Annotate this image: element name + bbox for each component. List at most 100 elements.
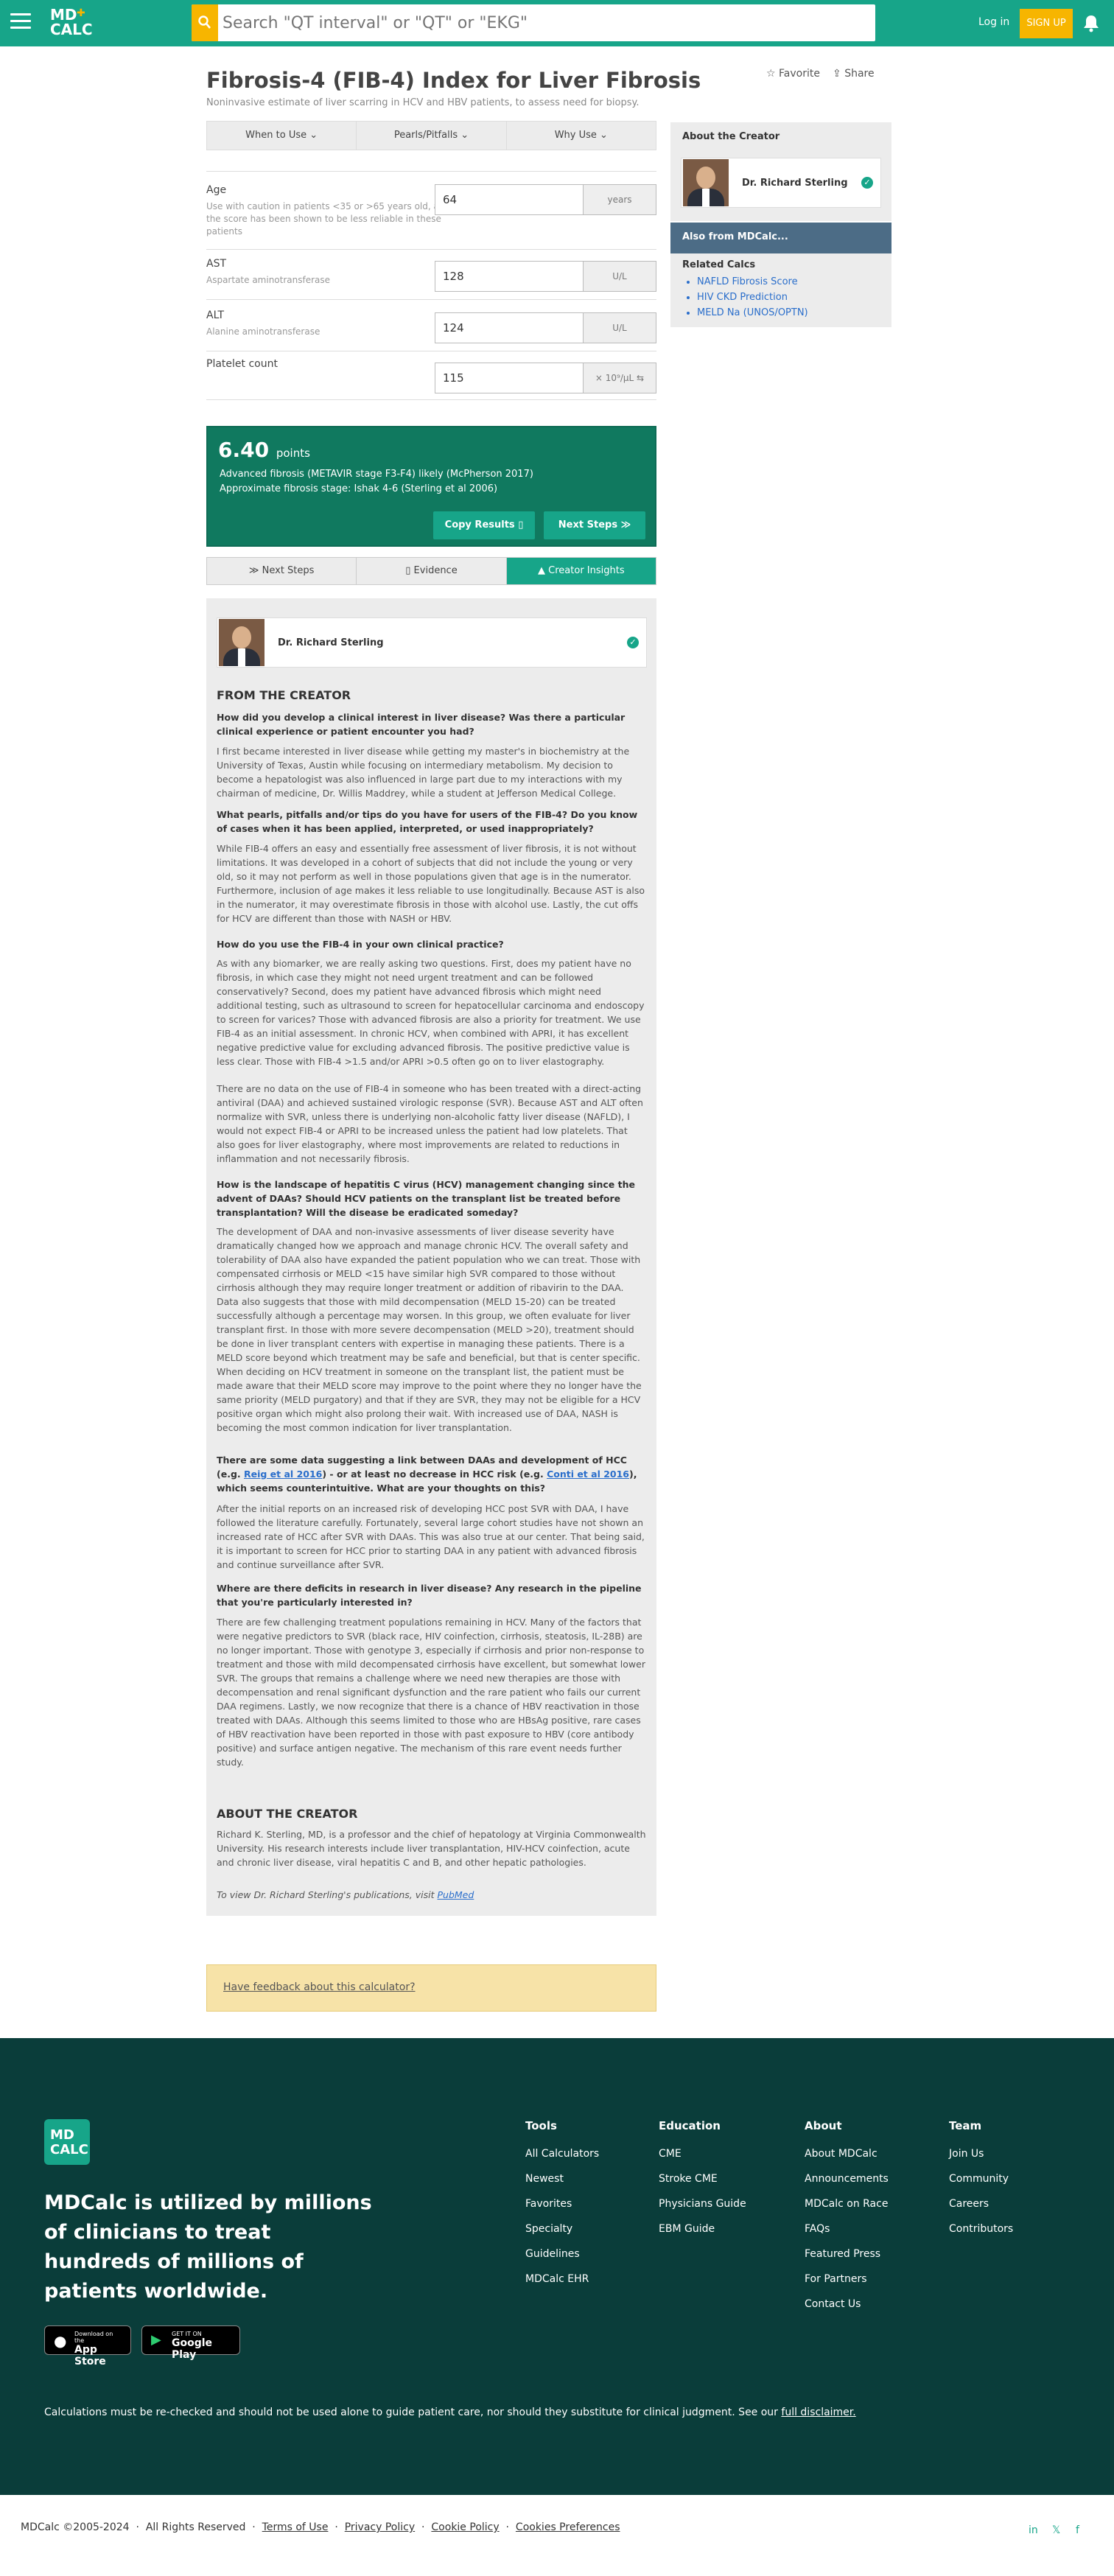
terms-link[interactable]: Terms of Use	[262, 2521, 329, 2533]
related-calc-link[interactable]: MELD Na (UNOS/OPTN)	[697, 305, 808, 321]
footer-link[interactable]: About MDCalc	[805, 2141, 889, 2166]
footer-disclaimer: Calculations must be re-checked and shou…	[44, 2407, 856, 2418]
reig-2016-link[interactable]: Reig et al 2016	[244, 1469, 322, 1480]
footer-link[interactable]: MDCalc on Race	[805, 2191, 889, 2216]
tab-when-to-use[interactable]: When to Use ⌄	[207, 122, 357, 150]
question: What pearls, pitfalls and/or tips do you…	[217, 809, 638, 834]
share-button[interactable]: ⇪ Share	[833, 68, 875, 80]
search-bar[interactable]	[192, 4, 875, 41]
tab-creator-insights[interactable]: ▲ Creator Insights	[506, 558, 656, 584]
footer-col-team: Team Join Us Community Careers Contribut…	[949, 2113, 1013, 2241]
footer-link[interactable]: MDCalc EHR	[525, 2267, 599, 2292]
full-disclaimer-link[interactable]: full disclaimer.	[781, 2407, 855, 2418]
divider	[206, 171, 656, 172]
footer-link[interactable]: Careers	[949, 2191, 1013, 2216]
creator-card[interactable]: Dr. Richard Sterling ✓	[681, 158, 881, 208]
hamburger-menu-icon[interactable]	[10, 13, 31, 31]
divider	[206, 399, 656, 400]
result-score: 6.40 points	[218, 438, 310, 462]
divider	[206, 299, 656, 300]
alt-label: ALT	[206, 309, 225, 321]
creator-name: Dr. Richard Sterling	[742, 178, 848, 189]
answer: As with any biomarker, we are really ask…	[217, 958, 645, 1067]
next-steps-button[interactable]: Next Steps ≫	[544, 511, 645, 539]
footer-logo[interactable]: MD CALC	[44, 2119, 90, 2165]
footer-link[interactable]: Community	[949, 2166, 1013, 2191]
copy-results-button[interactable]: Copy Results ▯	[433, 511, 535, 539]
alt-input[interactable]: 124	[435, 312, 584, 343]
about-creator-box: About the Creator Dr. Richard Sterling ✓	[670, 122, 891, 221]
content-tabs: ≫ Next Steps ▯ Evidence ▲ Creator Insigh…	[206, 557, 656, 585]
signup-button[interactable]: SIGN UP	[1020, 9, 1073, 38]
app-store-button[interactable]: ● Download on the App Store	[44, 2325, 131, 2367]
favorite-button[interactable]: ☆ Favorite	[766, 68, 820, 80]
footer-link[interactable]: Join Us	[949, 2141, 1013, 2166]
footer-link[interactable]: Guidelines	[525, 2241, 599, 2267]
x-twitter-icon[interactable]: 𝕏	[1052, 2524, 1060, 2536]
google-play-button[interactable]: ▶ GET IT ON Google Play	[141, 2325, 240, 2361]
footer-link[interactable]: Physicians Guide	[659, 2191, 746, 2216]
footer-link[interactable]: Newest	[525, 2166, 599, 2191]
result-stage: Approximate fibrosis stage: Ishak 4-6 (S…	[220, 483, 498, 494]
platelet-unit-toggle[interactable]: × 10⁹/µL ⇆	[584, 363, 656, 393]
creator-card[interactable]: Dr. Richard Sterling ✓	[217, 617, 647, 668]
avatar	[683, 159, 729, 206]
footer-link[interactable]: EBM Guide	[659, 2216, 746, 2241]
related-calcs-heading: Related Calcs	[682, 259, 756, 270]
tab-next-steps[interactable]: ≫ Next Steps	[207, 558, 357, 584]
cookie-preferences-link[interactable]: Cookies Preferences	[516, 2521, 620, 2533]
tab-evidence[interactable]: ▯ Evidence	[357, 558, 507, 584]
footer-col-about: About About MDCalc Announcements MDCalc …	[805, 2113, 889, 2317]
footer-link[interactable]: Favorites	[525, 2191, 599, 2216]
answer: The development of DAA and non-invasive …	[217, 1226, 642, 1433]
publications-line: To view Dr. Richard Sterling's publicati…	[217, 1889, 474, 1900]
input-row-age: Age Use with caution in patients <35 or …	[206, 184, 656, 249]
cookie-policy-link[interactable]: Cookie Policy	[431, 2521, 499, 2533]
related-calc-link[interactable]: NAFLD Fibrosis Score	[697, 274, 808, 290]
tab-why-use[interactable]: Why Use ⌄	[507, 122, 656, 150]
login-link[interactable]: Log in	[978, 16, 1009, 28]
input-row-ast: AST Aspartate aminotransferase 128 U/L	[206, 258, 656, 299]
footer-link[interactable]: For Partners	[805, 2267, 889, 2292]
answer: There are no data on the use of FIB-4 in…	[217, 1083, 643, 1164]
facebook-icon[interactable]: f	[1076, 2524, 1079, 2536]
linkedin-icon[interactable]: in	[1029, 2524, 1038, 2536]
footer-link[interactable]: CME	[659, 2141, 746, 2166]
about-creator-heading: About the Creator	[682, 131, 780, 142]
conti-2016-link[interactable]: Conti et al 2016	[547, 1469, 629, 1480]
pubmed-link[interactable]: PubMed	[438, 1889, 474, 1900]
age-label: Age	[206, 184, 227, 196]
result-interpretation: Advanced fibrosis (METAVIR stage F3-F4) …	[220, 469, 533, 480]
privacy-link[interactable]: Privacy Policy	[345, 2521, 415, 2533]
platelet-input[interactable]: 115	[435, 363, 584, 393]
tab-pearls-pitfalls[interactable]: Pearls/Pitfalls ⌄	[357, 122, 507, 150]
footer-link[interactable]: Announcements	[805, 2166, 889, 2191]
input-row-alt: ALT Alanine aminotransferase 124 U/L	[206, 309, 656, 351]
alt-help: Alanine aminotransferase	[206, 326, 320, 337]
search-input[interactable]	[223, 10, 863, 35]
related-calc-link[interactable]: HIV CKD Prediction	[697, 290, 808, 305]
bell-icon[interactable]	[1082, 13, 1101, 35]
footer-col-tools: Tools All Calculators Newest Favorites S…	[525, 2113, 599, 2292]
age-input[interactable]: 64	[435, 184, 584, 215]
mdcalc-logo[interactable]: MD ✚ CALC	[50, 7, 96, 40]
footer-link[interactable]: Featured Press	[805, 2241, 889, 2267]
question: How did you develop a clinical interest …	[217, 712, 626, 737]
footer-link[interactable]: Stroke CME	[659, 2166, 746, 2191]
page-subtitle: Noninvasive estimate of liver scarring i…	[206, 97, 640, 108]
platelet-label: Platelet count	[206, 358, 278, 370]
footer-link[interactable]: Contact Us	[805, 2292, 889, 2317]
footer-link[interactable]: Contributors	[949, 2216, 1013, 2241]
search-icon[interactable]	[192, 4, 218, 41]
ast-unit: U/L	[584, 261, 656, 292]
footer-link[interactable]: Specialty	[525, 2216, 599, 2241]
verified-check-icon: ✓	[861, 177, 873, 189]
input-row-platelet: Platelet count 115 × 10⁹/µL ⇆	[206, 358, 656, 399]
footer-col-education: Education CME Stroke CME Physicians Guid…	[659, 2113, 746, 2241]
question: Where are there deficits in research in …	[217, 1583, 642, 1608]
footer-link[interactable]: All Calculators	[525, 2141, 599, 2166]
footer-link[interactable]: FAQs	[805, 2216, 889, 2241]
feedback-link[interactable]: Have feedback about this calculator?	[223, 1981, 416, 1993]
ast-input[interactable]: 128	[435, 261, 584, 292]
question: How do you use the FIB-4 in your own cli…	[217, 939, 504, 950]
